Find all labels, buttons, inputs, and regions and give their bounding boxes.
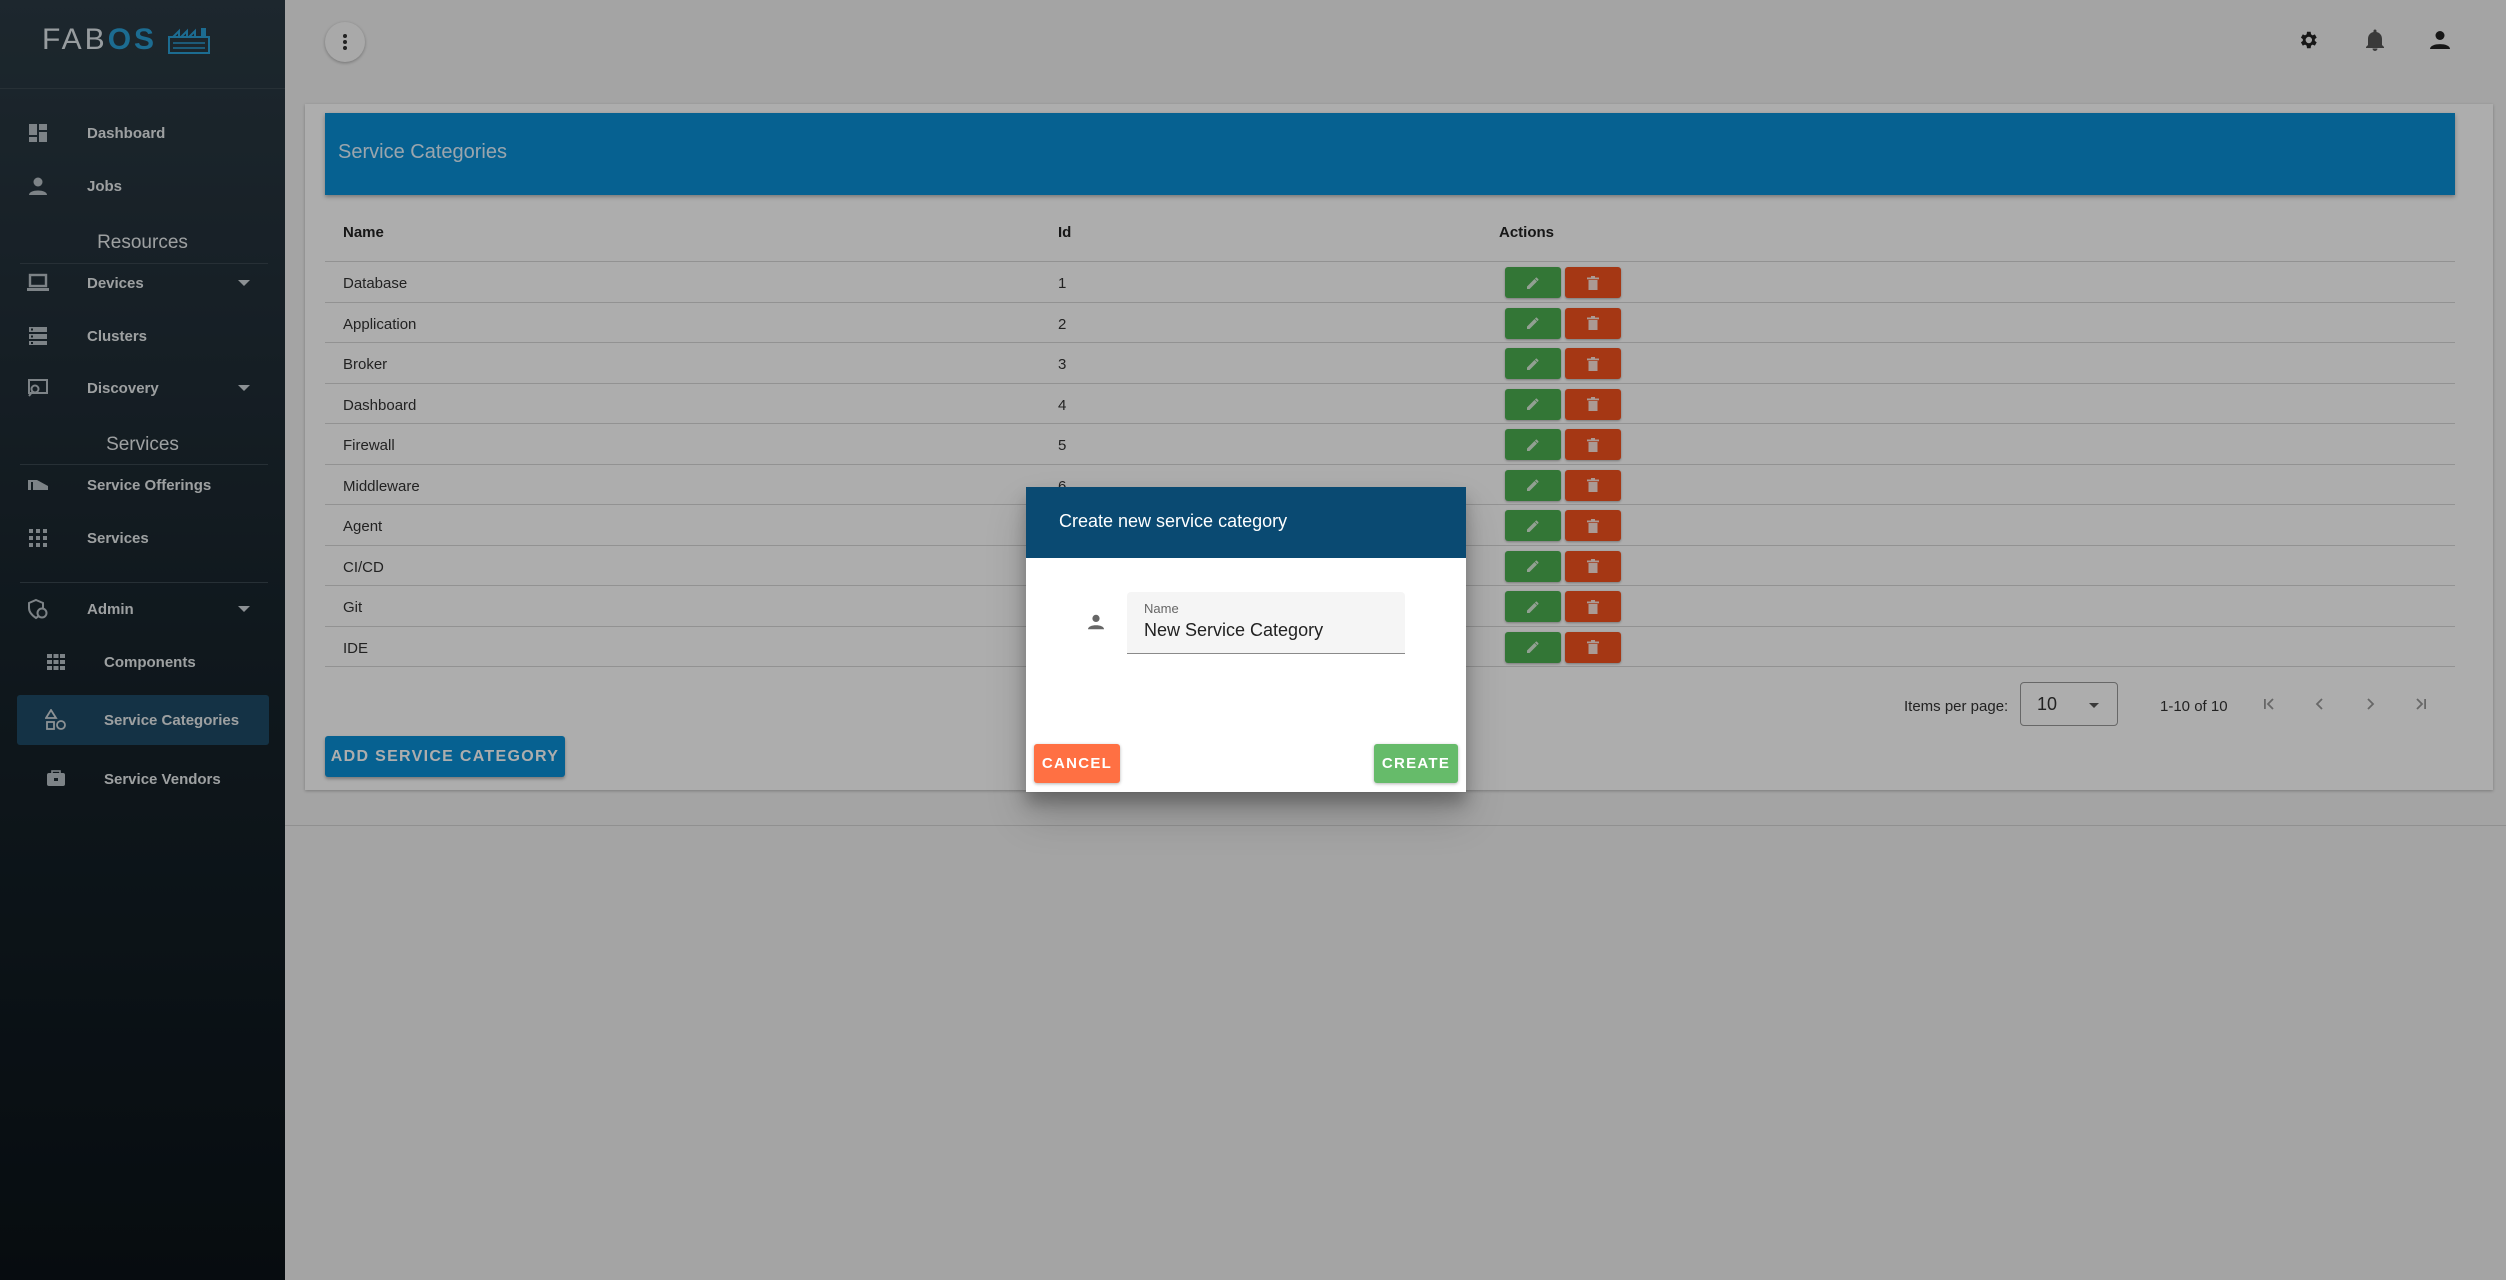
name-field[interactable]: Name New Service Category	[1127, 592, 1405, 654]
name-field-value[interactable]: New Service Category	[1144, 620, 1323, 641]
create-button[interactable]: CREATE	[1374, 744, 1458, 783]
name-field-label: Name	[1144, 601, 1179, 616]
create-service-category-dialog: Create new service category Name New Ser…	[1026, 487, 1466, 792]
person-icon	[1085, 611, 1107, 633]
dialog-title: Create new service category	[1059, 511, 1288, 531]
dialog-header: Create new service category	[1026, 487, 1466, 558]
cancel-button[interactable]: CANCEL	[1034, 744, 1120, 783]
